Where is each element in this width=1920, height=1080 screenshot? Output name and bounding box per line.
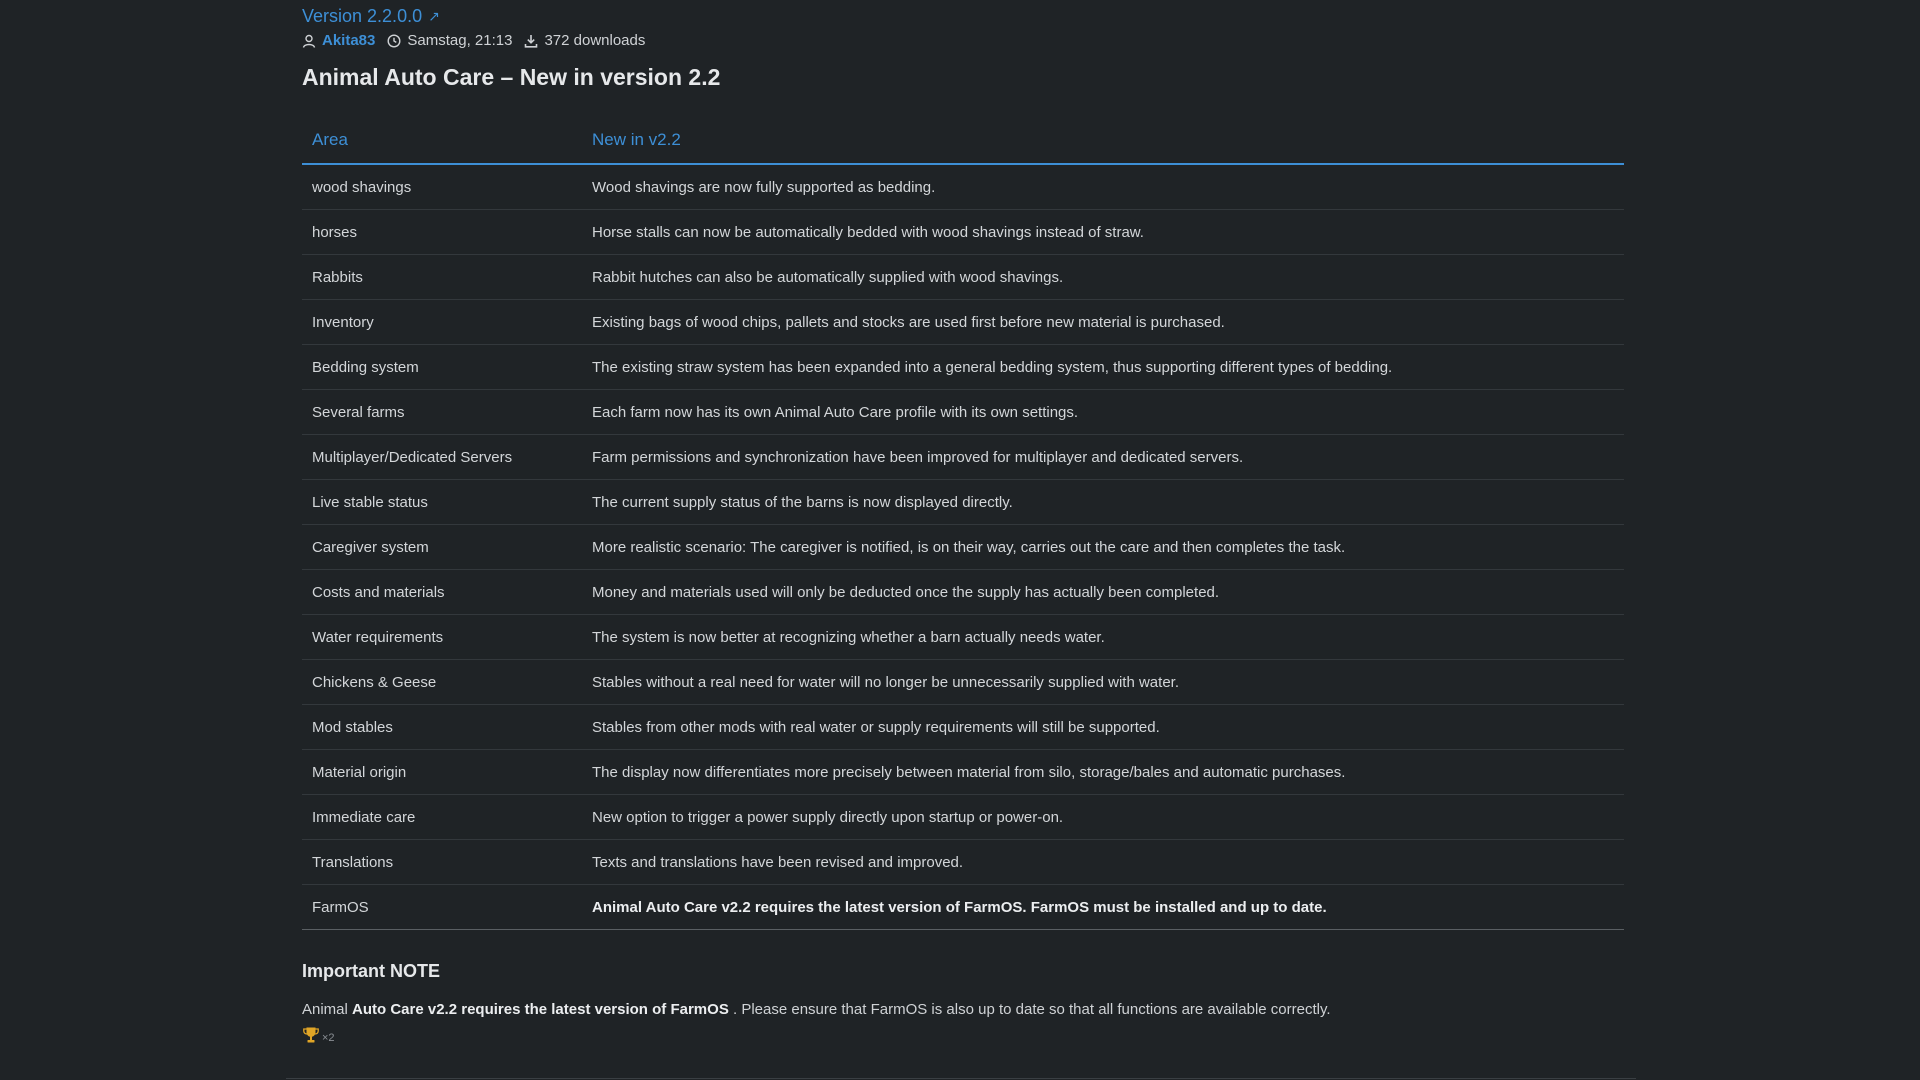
download-icon xyxy=(524,34,538,48)
table-row: Material origin The display now differen… xyxy=(302,749,1624,795)
description-cell: The system is now better at recognizing … xyxy=(582,614,1624,660)
note-heading: Important NOTE xyxy=(302,961,440,981)
area-cell: Chickens & Geese xyxy=(302,659,582,705)
description-cell: The display now differentiates more prec… xyxy=(582,749,1624,795)
description-cell: Rabbit hutches can also be automatically… xyxy=(582,254,1624,300)
timestamp: Samstag, 21:13 xyxy=(407,32,513,49)
area-cell: Costs and materials xyxy=(302,569,582,615)
release-post: Version 2.2.0.0 ↗ Akita83 Samstag, 21:13… xyxy=(302,0,1624,1049)
area-cell: Water requirements xyxy=(302,614,582,660)
table-row: Live stable status The current supply st… xyxy=(302,479,1624,525)
page: Version 2.2.0.0 ↗ Akita83 Samstag, 21:13… xyxy=(0,0,1920,1080)
note-text-prefix: Animal xyxy=(302,1001,353,1018)
description-cell: Existing bags of wood chips, pallets and… xyxy=(582,299,1624,345)
description-cell: Money and materials used will only be de… xyxy=(582,569,1624,615)
timestamp-meta: Samstag, 21:13 xyxy=(387,31,512,51)
column-header-new: New in v2.2 xyxy=(582,117,1624,165)
table-header-row: Area New in v2.2 xyxy=(302,117,1624,165)
note-text-bold: Auto Care v2.2 requires the latest versi… xyxy=(352,1001,729,1018)
divider xyxy=(286,1078,1636,1079)
table-row: horses Horse stalls can now be automatic… xyxy=(302,209,1624,255)
description-cell: Stables from other mods with real water … xyxy=(582,704,1624,750)
area-cell: Mod stables xyxy=(302,704,582,750)
description-cell: Animal Auto Care v2.2 requires the lates… xyxy=(582,884,1624,930)
table-row: Bedding system The existing straw system… xyxy=(302,344,1624,390)
area-cell: Inventory xyxy=(302,299,582,345)
area-cell: Bedding system xyxy=(302,344,582,390)
user-icon xyxy=(302,34,316,48)
table-row: Mod stables Stables from other mods with… xyxy=(302,704,1624,750)
post-meta: Akita83 Samstag, 21:13 372 downloads xyxy=(302,31,1624,51)
table-row: wood shavings Wood shavings are now full… xyxy=(302,164,1624,210)
trophy-icon[interactable] xyxy=(302,1026,320,1044)
table-row: Water requirements The system is now bet… xyxy=(302,614,1624,660)
table-row: Multiplayer/Dedicated Servers Farm permi… xyxy=(302,434,1624,480)
note-text: Animal Auto Care v2.2 requires the lates… xyxy=(302,1000,1624,1020)
area-cell: Caregiver system xyxy=(302,524,582,570)
table-row: Several farms Each farm now has its own … xyxy=(302,389,1624,435)
table-row: FarmOS Animal Auto Care v2.2 requires th… xyxy=(302,884,1624,930)
reaction-count: ×2 xyxy=(322,1032,335,1044)
area-cell: FarmOS xyxy=(302,884,582,930)
table-row: Inventory Existing bags of wood chips, p… xyxy=(302,299,1624,345)
area-cell: Translations xyxy=(302,839,582,885)
description-cell: Texts and translations have been revised… xyxy=(582,839,1624,885)
table-row: Caregiver system More realistic scenario… xyxy=(302,524,1624,570)
table-row: Immediate care New option to trigger a p… xyxy=(302,794,1624,840)
area-cell: Several farms xyxy=(302,389,582,435)
area-cell: Immediate care xyxy=(302,794,582,840)
table-row: Costs and materials Money and materials … xyxy=(302,569,1624,615)
area-cell: Multiplayer/Dedicated Servers xyxy=(302,434,582,480)
description-cell: Stables without a real need for water wi… xyxy=(582,659,1624,705)
area-cell: Rabbits xyxy=(302,254,582,300)
description-cell: New option to trigger a power supply dir… xyxy=(582,794,1624,840)
description-cell: The existing straw system has been expan… xyxy=(582,344,1624,390)
area-cell: Material origin xyxy=(302,749,582,795)
version-link[interactable]: Version 2.2.0.0 ↗ xyxy=(302,5,440,27)
description-cell: More realistic scenario: The caregiver i… xyxy=(582,524,1624,570)
area-cell: Live stable status xyxy=(302,479,582,525)
column-header-area: Area xyxy=(302,117,582,165)
description-cell: Each farm now has its own Animal Auto Ca… xyxy=(582,389,1624,435)
external-link-icon[interactable]: ↗ xyxy=(428,5,440,27)
area-cell: horses xyxy=(302,209,582,255)
description-cell: Horse stalls can now be automatically be… xyxy=(582,209,1624,255)
version-label[interactable]: Version 2.2.0.0 xyxy=(302,5,422,27)
description-cell: Farm permissions and synchronization hav… xyxy=(582,434,1624,480)
area-cell: wood shavings xyxy=(302,164,582,210)
reaction-badge[interactable]: ×2 xyxy=(302,1026,335,1044)
author-link[interactable]: Akita83 xyxy=(322,31,375,51)
download-count: 372 downloads xyxy=(544,32,646,49)
downloads-meta: 372 downloads xyxy=(524,31,645,51)
description-cell: The current supply status of the barns i… xyxy=(582,479,1624,525)
clock-icon xyxy=(387,34,401,48)
page-title: Animal Auto Care – New in version 2.2 xyxy=(302,64,721,90)
table-row: Chickens & Geese Stables without a real … xyxy=(302,659,1624,705)
note-text-suffix: . Please ensure that FarmOS is also up t… xyxy=(728,1001,1331,1018)
table-row: Rabbits Rabbit hutches can also be autom… xyxy=(302,254,1624,300)
changes-table: Area New in v2.2 wood shavings Wood shav… xyxy=(302,117,1624,930)
table-row: Translations Texts and translations have… xyxy=(302,839,1624,885)
author-meta: Akita83 xyxy=(302,31,375,51)
description-cell: Wood shavings are now fully supported as… xyxy=(582,164,1624,210)
